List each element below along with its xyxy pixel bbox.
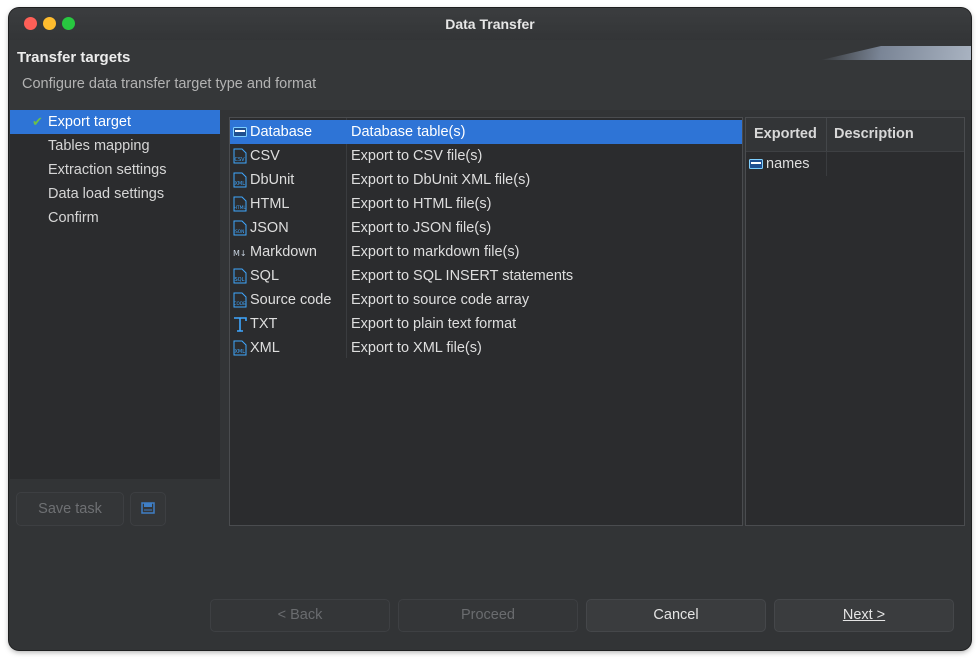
save-task-options-button[interactable] bbox=[130, 492, 166, 526]
target-name: CSV bbox=[250, 148, 280, 164]
target-description: Export to DbUnit XML file(s) bbox=[351, 172, 531, 188]
target-row-markdown[interactable]: M↓ Markdown Export to markdown file(s) bbox=[230, 240, 742, 264]
target-description: Export to XML file(s) bbox=[351, 340, 482, 356]
target-row-dbunit[interactable]: XML DbUnit Export to DbUnit XML file(s) bbox=[230, 168, 742, 192]
step-label: Extraction settings bbox=[48, 162, 167, 178]
exported-tables-table: Exported Description names bbox=[745, 117, 965, 526]
back-button[interactable]: < Back bbox=[210, 599, 390, 632]
next-button-label: Next > bbox=[842, 607, 886, 623]
markdown-icon: M↓ bbox=[233, 249, 247, 258]
code-file-icon: CODE bbox=[233, 292, 247, 308]
step-label: Export target bbox=[48, 114, 132, 130]
sql-file-icon: SQL bbox=[233, 268, 247, 284]
step-data-load-settings[interactable]: Data load settings bbox=[10, 182, 220, 206]
svg-text:XML: XML bbox=[235, 181, 246, 187]
column-divider bbox=[826, 118, 827, 151]
step-extraction-settings[interactable]: Extraction settings bbox=[10, 158, 220, 182]
target-name: HTML bbox=[250, 196, 290, 212]
wizard-steps-list: ✔ Export target Tables mapping Extractio… bbox=[10, 110, 220, 479]
target-description: Database table(s) bbox=[351, 124, 466, 140]
target-row-json[interactable]: JSON JSON Export to JSON file(s) bbox=[230, 216, 742, 240]
exported-table-name: names bbox=[766, 156, 810, 172]
target-row-html[interactable]: HTML HTML Export to HTML file(s) bbox=[230, 192, 742, 216]
step-label: Data load settings bbox=[48, 186, 165, 202]
step-label: Confirm bbox=[48, 210, 99, 226]
target-row-txt[interactable]: TXT Export to plain text format bbox=[230, 312, 742, 336]
svg-text:M↓: M↓ bbox=[233, 249, 247, 258]
target-name: Source code bbox=[250, 292, 332, 308]
xml-file-icon: XML bbox=[233, 172, 247, 188]
svg-text:JSON: JSON bbox=[233, 229, 244, 235]
save-task-button[interactable]: Save task bbox=[16, 492, 124, 526]
column-header-description[interactable]: Description bbox=[834, 126, 914, 142]
svg-text:HTML: HTML bbox=[234, 205, 247, 211]
svg-text:SQL: SQL bbox=[235, 277, 245, 283]
window-title: Data Transfer bbox=[445, 16, 535, 32]
next-button[interactable]: Next > bbox=[774, 599, 954, 632]
csv-file-icon: CSV bbox=[233, 148, 247, 164]
xml-file-icon: XML bbox=[233, 340, 247, 356]
database-icon bbox=[233, 127, 247, 137]
target-name: SQL bbox=[250, 268, 280, 284]
target-row-xml[interactable]: XML XML Export to XML file(s) bbox=[230, 336, 742, 360]
target-description: Export to source code array bbox=[351, 292, 530, 308]
step-export-target[interactable]: ✔ Export target bbox=[10, 110, 220, 134]
target-description: Export to CSV file(s) bbox=[351, 148, 483, 164]
exported-row-names[interactable]: names bbox=[746, 152, 964, 176]
target-name: XML bbox=[250, 340, 280, 356]
cancel-button[interactable]: Cancel bbox=[586, 599, 766, 632]
target-row-sql[interactable]: SQL SQL Export to SQL INSERT statements bbox=[230, 264, 742, 288]
title-bar: Data Transfer bbox=[9, 8, 971, 40]
target-description: Export to JSON file(s) bbox=[351, 220, 492, 236]
html-file-icon: HTML bbox=[233, 196, 247, 212]
target-name: Database bbox=[250, 124, 313, 140]
target-description: Export to markdown file(s) bbox=[351, 244, 520, 260]
step-label: Tables mapping bbox=[48, 138, 150, 154]
step-tables-mapping[interactable]: Tables mapping bbox=[10, 134, 220, 158]
page-title: Transfer targets bbox=[17, 49, 131, 66]
wizard-header: Transfer targets Configure data transfer… bbox=[9, 40, 971, 110]
column-header-exported[interactable]: Exported bbox=[754, 126, 817, 142]
target-name: Markdown bbox=[250, 244, 317, 260]
exported-table-header: Exported Description bbox=[746, 118, 964, 152]
save-task-icon bbox=[141, 502, 155, 514]
header-decoration bbox=[821, 46, 971, 60]
svg-text:CODE: CODE bbox=[234, 301, 246, 306]
data-transfer-window: Data Transfer Transfer targets Configure… bbox=[9, 8, 971, 650]
target-name: DbUnit bbox=[250, 172, 295, 188]
target-description: Export to plain text format bbox=[351, 316, 517, 332]
text-icon bbox=[234, 317, 247, 332]
target-description: Export to SQL INSERT statements bbox=[351, 268, 574, 284]
step-confirm[interactable]: Confirm bbox=[10, 206, 220, 230]
target-description: Export to HTML file(s) bbox=[351, 196, 492, 212]
table-icon bbox=[749, 159, 763, 169]
svg-text:CSV: CSV bbox=[235, 157, 246, 163]
checkmark-icon: ✔ bbox=[32, 114, 43, 129]
page-subtitle: Configure data transfer target type and … bbox=[22, 76, 317, 92]
target-row-source-code[interactable]: CODE Source code Export to source code a… bbox=[230, 288, 742, 312]
target-name: JSON bbox=[250, 220, 289, 236]
proceed-button[interactable]: Proceed bbox=[398, 599, 578, 632]
target-name: TXT bbox=[250, 316, 278, 332]
json-file-icon: JSON bbox=[233, 220, 247, 236]
target-row-database[interactable]: Database Database table(s) bbox=[230, 120, 742, 144]
svg-text:XML: XML bbox=[235, 349, 246, 355]
target-type-table: Database Database table(s) CSV CSV Expor… bbox=[229, 117, 743, 526]
target-row-csv[interactable]: CSV CSV Export to CSV file(s) bbox=[230, 144, 742, 168]
